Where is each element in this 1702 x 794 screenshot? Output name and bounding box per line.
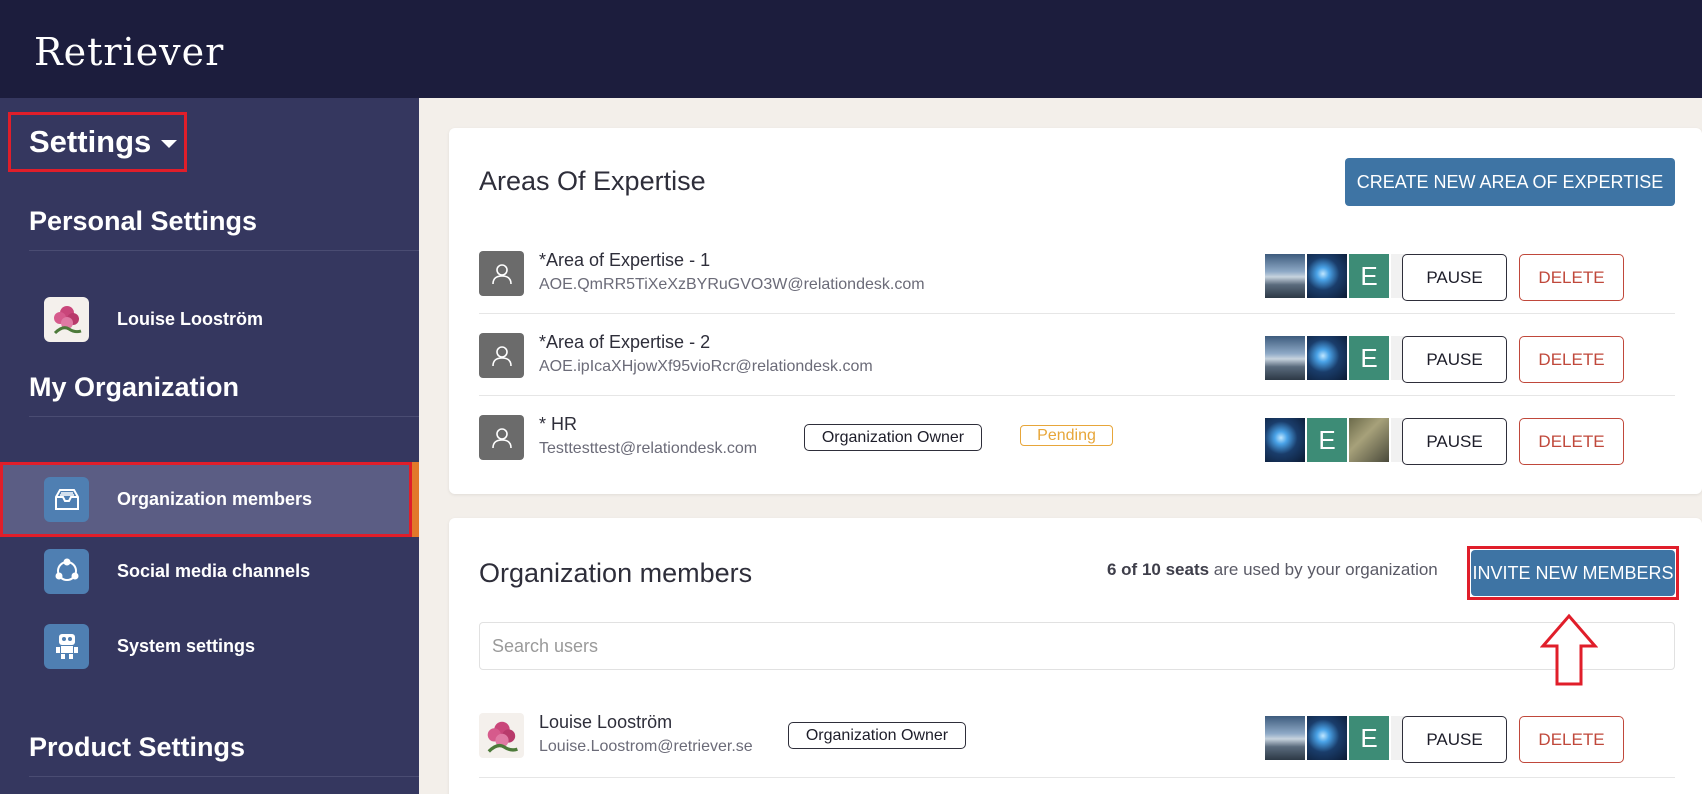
areas-of-expertise-card: Areas Of Expertise CREATE NEW AREA OF EX… — [449, 128, 1702, 494]
pause-button[interactable]: PAUSE — [1402, 336, 1507, 383]
member-thumb — [1307, 254, 1347, 298]
sidebar-item-social-media-channels[interactable]: Social media channels — [0, 535, 419, 607]
active-indicator — [412, 462, 419, 537]
retriever-logo[interactable]: Retriever — [34, 30, 224, 74]
user-avatar — [44, 296, 89, 342]
user-icon — [479, 415, 524, 460]
divider — [29, 776, 419, 777]
search-users-input[interactable] — [479, 622, 1675, 670]
divider — [29, 416, 419, 417]
table-row: *Area of Expertise - 2 AOE.ipIcaXHjowXf9… — [479, 314, 1675, 396]
member-thumb: E — [1349, 254, 1389, 298]
sidebar-item-profile[interactable]: Louise Looström — [0, 283, 419, 355]
row-email: Louise.Loostrom@retriever.se — [539, 738, 753, 755]
member-thumb — [1265, 418, 1305, 462]
sidebar-item-label: Organization members — [117, 489, 313, 509]
delete-button[interactable]: DELETE — [1519, 336, 1624, 383]
create-area-button[interactable]: CREATE NEW AREA OF EXPERTISE — [1345, 158, 1675, 206]
row-email: AOE.ipIcaXHjowXf95vioRcr@relationdesk.co… — [539, 358, 873, 375]
robot-icon — [44, 623, 89, 669]
sidebar-item-label: Social media channels — [117, 560, 311, 581]
member-thumb: E — [1349, 716, 1389, 760]
seats-suffix: are used by your organization — [1209, 560, 1438, 579]
caret-down-icon — [161, 140, 178, 148]
inbox-tray-icon — [44, 477, 89, 522]
owner-badge: Organization Owner — [788, 722, 966, 749]
user-icon — [479, 333, 524, 378]
settings-dropdown[interactable]: Settings — [8, 112, 187, 172]
row-email: AOE.QmRR5TiXeXzBYRuGVO3W@relationdesk.co… — [539, 276, 925, 293]
row-name: *Area of Expertise - 1 — [539, 250, 711, 270]
table-row: *Area of Expertise - 1 AOE.QmRR5TiXeXzBY… — [479, 232, 1675, 314]
pause-button[interactable]: PAUSE — [1402, 418, 1507, 465]
sidebar-item-system-settings[interactable]: System settings — [0, 610, 419, 682]
product-settings-title: Product Settings — [29, 732, 246, 762]
member-thumb — [1265, 336, 1305, 380]
row-email: Testtesttest@relationdesk.com — [539, 440, 758, 457]
row-name: Louise Looström — [539, 712, 673, 732]
sidebar-item-label: Louise Looström — [117, 308, 264, 329]
owner-badge: Organization Owner — [804, 424, 982, 451]
table-row: Louise Looström Louise.Loostrom@retrieve… — [479, 694, 1675, 778]
sidebar-item-organization-members[interactable]: Organization members — [0, 464, 419, 535]
delete-button[interactable]: DELETE — [1519, 418, 1624, 465]
user-icon — [479, 251, 524, 296]
delete-button[interactable]: DELETE — [1519, 254, 1624, 301]
settings-dropdown-label: Settings — [29, 124, 152, 159]
delete-button[interactable]: DELETE — [1519, 716, 1624, 763]
member-thumb — [1307, 716, 1347, 760]
member-thumb — [1265, 716, 1305, 760]
arrow-up-icon — [1540, 613, 1598, 686]
organization-members-card: Organization members 6 of 10 seats are u… — [449, 518, 1702, 794]
divider — [29, 250, 419, 251]
my-organization-title: My Organization — [29, 372, 240, 402]
member-thumb — [1349, 418, 1389, 462]
sidebar: Settings Personal Settings Louise Loostr… — [0, 98, 419, 794]
table-row: * HR Testtesttest@relationdesk.com Organ… — [479, 396, 1675, 478]
member-thumb: E — [1349, 336, 1389, 380]
personal-settings-title: Personal Settings — [29, 206, 258, 236]
members-title: Organization members — [479, 558, 753, 588]
top-header: Retriever — [0, 0, 1702, 98]
row-name: * HR — [539, 414, 578, 434]
user-avatar — [479, 713, 524, 758]
sidebar-item-label: System settings — [117, 635, 256, 656]
seats-count: 6 of 10 seats — [1107, 560, 1210, 579]
member-thumb — [1265, 254, 1305, 298]
member-thumb: E — [1307, 418, 1347, 462]
seats-usage-text: 6 of 10 seats are used by your organizat… — [1107, 560, 1438, 580]
row-name: *Area of Expertise - 2 — [539, 332, 711, 352]
pause-button[interactable]: PAUSE — [1402, 254, 1507, 301]
pause-button[interactable]: PAUSE — [1402, 716, 1507, 763]
member-thumb — [1307, 336, 1347, 380]
share-nodes-icon — [44, 548, 89, 594]
areas-title: Areas Of Expertise — [479, 166, 706, 196]
status-badge: Pending — [1020, 425, 1113, 446]
invite-members-button[interactable]: INVITE NEW MEMBERS — [1471, 550, 1675, 596]
